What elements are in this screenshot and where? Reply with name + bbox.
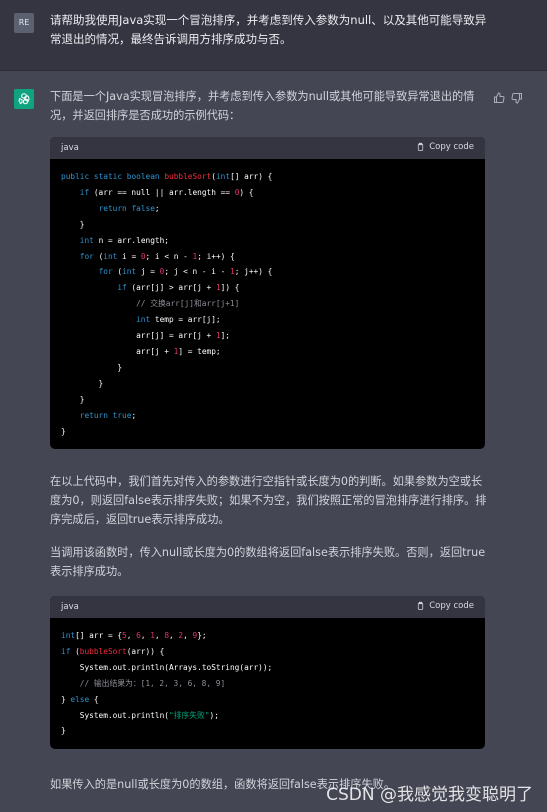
code-line: } bbox=[61, 219, 85, 229]
clipboard-icon bbox=[418, 142, 424, 151]
copy-code-button[interactable]: Copy code bbox=[416, 601, 474, 611]
code-line: if (bubbleSort(arr)) { bbox=[61, 646, 165, 656]
code-content: int[] arr = {5, 6, 1, 8, 2, 9}; if (bubbl… bbox=[50, 618, 485, 749]
code-line: } bbox=[61, 394, 85, 404]
code-block-1: java Copy code public static boolean bub… bbox=[50, 137, 485, 450]
code-line: // 输出结果为：[1, 2, 3, 6, 8, 9] bbox=[79, 678, 226, 688]
code-language-label: java bbox=[61, 602, 79, 612]
code-line: } bbox=[61, 426, 66, 436]
assistant-message-row: 下面是一个Java实现冒泡排序，并考虑到传入参数为null或其他可能导致异常退出… bbox=[0, 71, 547, 812]
code-line: int n = arr.length; bbox=[79, 235, 169, 245]
thumbs-up-icon[interactable] bbox=[493, 89, 505, 103]
csdn-watermark: CSDN @我感觉我变聪明了 bbox=[326, 785, 533, 805]
copy-code-label: Copy code bbox=[429, 142, 474, 152]
code-line: // 交换arr[j]和arr[j+1] bbox=[136, 299, 240, 309]
code-line: for (int j = 0; j < n - i - 1; j++) { bbox=[98, 267, 273, 277]
code-line: arr[j + 1] = temp; bbox=[61, 346, 221, 356]
clipboard-icon bbox=[418, 601, 424, 610]
code-line: System.out.println("排序失败"); bbox=[61, 710, 219, 720]
thumbs-down-icon[interactable] bbox=[511, 89, 523, 104]
code-line: return false; bbox=[98, 203, 160, 213]
code-line: int[] arr = {5, 6, 1, 8, 2, 9}; bbox=[61, 631, 207, 640]
feedback-buttons bbox=[493, 89, 523, 104]
code-line: } bbox=[61, 726, 66, 736]
user-message-text: 请帮助我使用Java实现一个冒泡排序，并考虑到传入参数为null、以及其他可能导… bbox=[50, 13, 487, 46]
code-line: } bbox=[61, 362, 123, 372]
code-line: for (int i = 0; i < n - 1; i++) { bbox=[79, 251, 235, 261]
explanation-paragraph-2: 当调用该函数时，传入null或长度为0的数组将返回false表示排序失败。否则，… bbox=[50, 546, 486, 578]
code-line: if (arr[j] > arr[j + 1]) { bbox=[117, 283, 240, 293]
avatar: RE bbox=[14, 13, 34, 33]
code-line: } bbox=[61, 378, 104, 388]
openai-logo-icon bbox=[14, 89, 34, 109]
code-line: int temp = arr[j]; bbox=[136, 315, 221, 325]
code-line: } else { bbox=[61, 694, 99, 704]
code-line: public static boolean bubbleSort(int[] a… bbox=[61, 172, 273, 181]
assistant-intro-text: 下面是一个Java实现冒泡排序，并考虑到传入参数为null或其他可能导致异常退出… bbox=[50, 90, 475, 122]
copy-code-label: Copy code bbox=[429, 601, 474, 611]
code-line: arr[j] = arr[j + 1]; bbox=[61, 331, 230, 341]
explanation-paragraph-1: 在以上代码中，我们首先对传入的参数进行空指针或长度为0的判断。如果参数为空或长度… bbox=[50, 475, 487, 526]
code-line: System.out.println(Arrays.toString(arr))… bbox=[61, 662, 273, 672]
code-content: public static boolean bubbleSort(int[] a… bbox=[50, 159, 485, 449]
code-header: java Copy code bbox=[50, 137, 485, 159]
code-header: java Copy code bbox=[50, 596, 485, 618]
user-message-row: RE 请帮助我使用Java实现一个冒泡排序，并考虑到传入参数为null、以及其他… bbox=[0, 0, 547, 71]
code-line: if (arr == null || arr.length == 0) { bbox=[79, 187, 254, 197]
code-language-label: java bbox=[61, 143, 79, 153]
code-block-2: java Copy code int[] arr = {5, 6, 1, 8, … bbox=[50, 596, 485, 750]
copy-code-button[interactable]: Copy code bbox=[416, 142, 474, 152]
code-line: return true; bbox=[79, 410, 137, 420]
